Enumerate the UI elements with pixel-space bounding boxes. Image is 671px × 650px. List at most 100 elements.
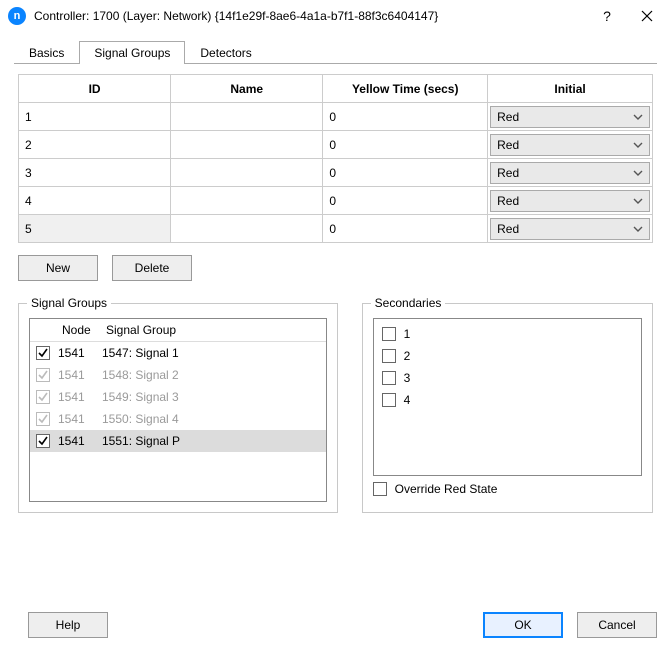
window-title: Controller: 1700 (Layer: Network) {14f1e… <box>34 9 587 23</box>
cell-initial[interactable]: Red <box>488 187 653 215</box>
cell-name[interactable] <box>171 187 323 215</box>
initial-value: Red <box>497 138 519 152</box>
signal-group-value: 1549: Signal 3 <box>102 390 179 404</box>
help-button[interactable]: ? <box>587 2 627 30</box>
cell-yellow[interactable]: 0 <box>323 131 488 159</box>
node-value: 1541 <box>58 390 94 404</box>
checkbox[interactable] <box>382 393 396 407</box>
ok-button[interactable]: OK <box>483 612 563 638</box>
cell-yellow[interactable]: 0 <box>323 187 488 215</box>
secondaries-legend: Secondaries <box>371 296 446 310</box>
cancel-button[interactable]: Cancel <box>577 612 657 638</box>
node-value: 1541 <box>58 368 94 382</box>
tab-signal-groups[interactable]: Signal Groups <box>79 41 185 64</box>
chevron-down-icon <box>633 140 643 150</box>
secondary-label: 4 <box>404 393 411 407</box>
cell-name[interactable] <box>171 159 323 187</box>
list-item[interactable]: 3 <box>382 367 633 389</box>
col-initial[interactable]: Initial <box>488 75 653 103</box>
cell-id[interactable]: 4 <box>19 187 171 215</box>
delete-button[interactable]: Delete <box>112 255 192 281</box>
cell-yellow[interactable]: 0 <box>323 215 488 243</box>
signal-group-value: 1551: Signal P <box>102 434 180 448</box>
override-label: Override Red State <box>395 482 498 496</box>
chevron-down-icon <box>633 224 643 234</box>
cell-name[interactable] <box>171 103 323 131</box>
checkbox[interactable] <box>36 434 50 448</box>
signal-group-value: 1548: Signal 2 <box>102 368 179 382</box>
signal-groups-groupbox: Signal Groups Node Signal Group 15411547… <box>18 303 338 513</box>
signal-group-value: 1550: Signal 4 <box>102 412 179 426</box>
node-value: 1541 <box>58 434 94 448</box>
list-item[interactable]: 1 <box>382 323 633 345</box>
checkbox[interactable] <box>36 346 50 360</box>
initial-dropdown[interactable]: Red <box>490 134 650 156</box>
cell-id[interactable]: 5 <box>19 215 171 243</box>
groupboxes: Signal Groups Node Signal Group 15411547… <box>18 303 653 513</box>
table-row[interactable]: 5 0 Red <box>19 215 653 243</box>
cell-name[interactable] <box>171 131 323 159</box>
col-yellow[interactable]: Yellow Time (secs) <box>323 75 488 103</box>
initial-dropdown[interactable]: Red <box>490 190 650 212</box>
checkbox[interactable] <box>382 349 396 363</box>
new-button[interactable]: New <box>18 255 98 281</box>
signal-group-value: 1547: Signal 1 <box>102 346 179 360</box>
app-icon: n <box>8 7 26 25</box>
checkbox <box>36 390 50 404</box>
signal-groups-table[interactable]: ID Name Yellow Time (secs) Initial 10Red… <box>18 74 653 243</box>
node-value: 1541 <box>58 346 94 360</box>
cell-name[interactable] <box>171 215 323 243</box>
initial-dropdown[interactable]: Red <box>490 162 650 184</box>
table-row[interactable]: 4 0Red <box>19 187 653 215</box>
chevron-down-icon <box>633 168 643 178</box>
dialog-content: Basics Signal Groups Detectors ID Name Y… <box>0 32 671 525</box>
list-item[interactable]: 4 <box>382 389 633 411</box>
cell-initial[interactable]: Red <box>488 103 653 131</box>
col-signal-group: Signal Group <box>106 323 320 337</box>
tab-panel: ID Name Yellow Time (secs) Initial 10Red… <box>14 64 657 513</box>
signal-groups-list-headers: Node Signal Group <box>30 319 326 342</box>
cell-yellow[interactable]: 0 <box>323 159 488 187</box>
list-item[interactable]: 2 <box>382 345 633 367</box>
tab-basics[interactable]: Basics <box>14 41 79 64</box>
initial-dropdown[interactable]: Red <box>490 218 650 240</box>
secondaries-list[interactable]: 1 2 3 4 <box>373 318 642 476</box>
secondary-label: 2 <box>404 349 411 363</box>
checkbox[interactable] <box>382 327 396 341</box>
list-item: 15411550: Signal 4 <box>30 408 326 430</box>
override-row: Override Red State <box>373 482 642 496</box>
cell-id[interactable]: 3 <box>19 159 171 187</box>
list-item[interactable]: 1541 1547: Signal 1 <box>30 342 326 364</box>
cell-initial[interactable]: Red <box>488 159 653 187</box>
initial-value: Red <box>497 166 519 180</box>
chevron-down-icon <box>633 196 643 206</box>
titlebar: n Controller: 1700 (Layer: Network) {14f… <box>0 0 671 32</box>
cell-yellow[interactable]: 0 <box>323 103 488 131</box>
table-row[interactable]: 2 0 Red <box>19 131 653 159</box>
checkbox[interactable] <box>382 371 396 385</box>
override-checkbox[interactable] <box>373 482 387 496</box>
tab-detectors[interactable]: Detectors <box>185 41 266 64</box>
initial-dropdown[interactable]: Red <box>490 106 650 128</box>
help-footer-button[interactable]: Help <box>28 612 108 638</box>
checkbox <box>36 368 50 382</box>
cell-initial[interactable]: Red <box>488 131 653 159</box>
initial-value: Red <box>497 222 519 236</box>
tab-bar: Basics Signal Groups Detectors <box>14 40 657 64</box>
initial-value: Red <box>497 110 519 124</box>
signal-groups-list[interactable]: Node Signal Group 15411547: Signal 11541… <box>29 318 327 502</box>
dialog-footer: Help OK Cancel <box>14 612 657 638</box>
cell-id[interactable]: 1 <box>19 103 171 131</box>
table-row[interactable]: 3 0 Red <box>19 159 653 187</box>
list-item[interactable]: 1541 1551: Signal P <box>30 430 326 452</box>
cell-initial[interactable]: Red <box>488 215 653 243</box>
signal-groups-legend: Signal Groups <box>27 296 111 310</box>
col-node: Node <box>62 323 98 337</box>
table-row[interactable]: 1 0 Red <box>19 103 653 131</box>
list-item: 1541 1549: Signal 3 <box>30 386 326 408</box>
cell-id[interactable]: 2 <box>19 131 171 159</box>
col-name[interactable]: Name <box>171 75 323 103</box>
checkbox <box>36 412 50 426</box>
col-id[interactable]: ID <box>19 75 171 103</box>
close-button[interactable] <box>627 2 667 30</box>
